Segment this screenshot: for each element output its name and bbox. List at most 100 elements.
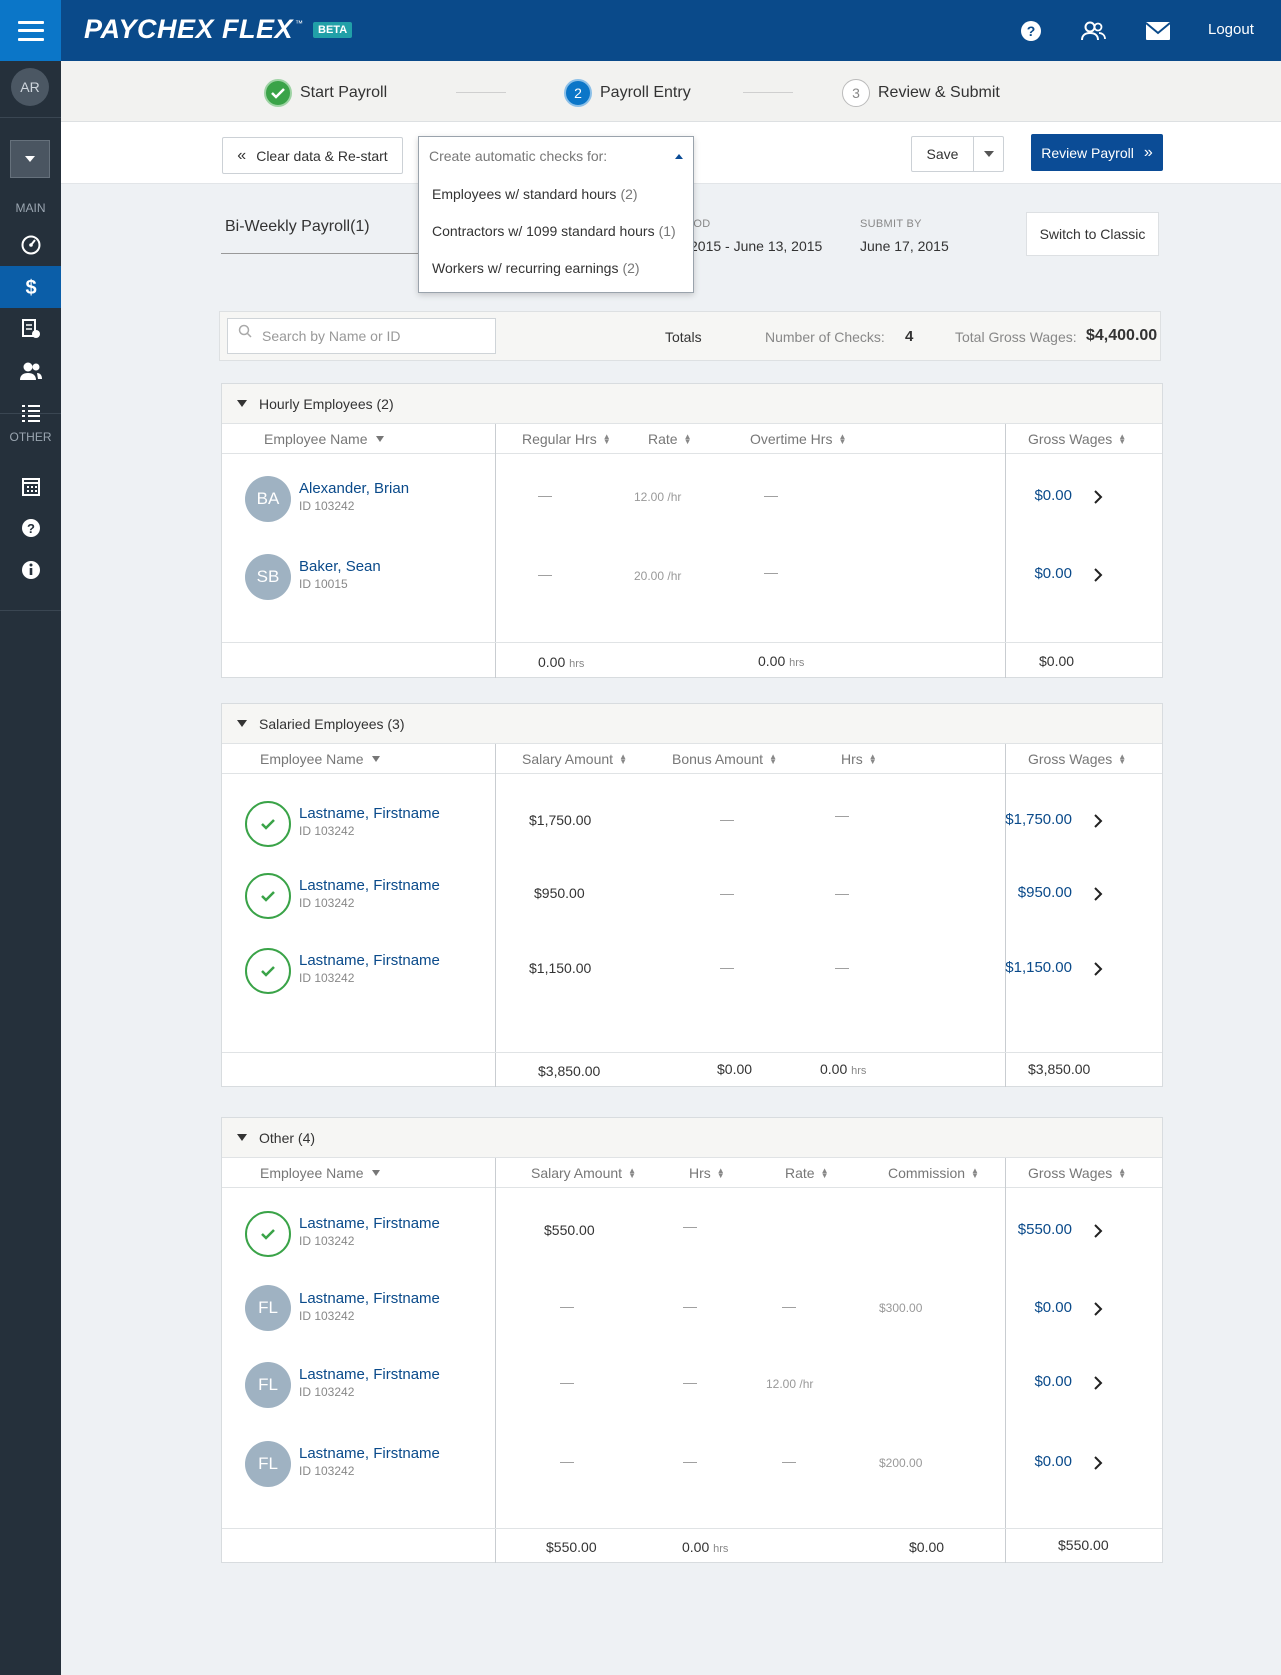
search-input[interactable] bbox=[227, 318, 496, 354]
employee-name[interactable]: Lastname, Firstname bbox=[299, 1290, 440, 1307]
table-row[interactable]: FL Lastname, Firstname ID 103242 — — — $… bbox=[222, 1268, 1162, 1342]
salary-amount[interactable]: $950.00 bbox=[534, 885, 585, 901]
chevron-right-icon[interactable] bbox=[1091, 814, 1105, 828]
col-regular-hrs[interactable]: Regular Hrs ▲ ▼ bbox=[522, 431, 611, 447]
dropdown-option[interactable]: Workers w/ recurring earnings (2) bbox=[419, 249, 693, 286]
bonus-amount[interactable]: — bbox=[720, 811, 734, 827]
people-icon[interactable] bbox=[1078, 16, 1108, 46]
hrs[interactable]: — bbox=[683, 1374, 697, 1390]
col-hrs[interactable]: Hrs ▲ ▼ bbox=[689, 1165, 725, 1181]
chevron-right-icon[interactable] bbox=[1091, 1456, 1105, 1470]
employee-name[interactable]: Lastname, Firstname bbox=[299, 952, 440, 969]
salary-amount[interactable]: — bbox=[560, 1453, 574, 1469]
chevron-right-icon[interactable] bbox=[1091, 887, 1105, 901]
step-review-submit[interactable]: 3 Review & Submit bbox=[842, 79, 1000, 107]
dropdown-option[interactable]: Employees w/ standard hours (2) bbox=[419, 175, 693, 212]
col-salary-amount[interactable]: Salary Amount ▲ ▼ bbox=[522, 751, 627, 767]
salary-amount[interactable]: $550.00 bbox=[544, 1222, 595, 1238]
gross-wages[interactable]: $0.00 bbox=[1034, 1453, 1072, 1470]
chevron-right-icon[interactable] bbox=[1091, 568, 1105, 582]
col-salary-amount[interactable]: Salary Amount ▲ ▼ bbox=[531, 1165, 636, 1181]
dropdown-option[interactable]: Contractors w/ 1099 standard hours (1) bbox=[419, 212, 693, 249]
salary-amount[interactable]: — bbox=[560, 1298, 574, 1314]
gross-wages[interactable]: $1,750.00 bbox=[1005, 811, 1072, 828]
gross-wages[interactable]: $0.00 bbox=[1034, 487, 1072, 504]
chevron-right-icon[interactable] bbox=[1091, 962, 1105, 976]
bonus-amount[interactable]: — bbox=[720, 885, 734, 901]
hrs[interactable]: — bbox=[683, 1298, 697, 1314]
sidebar-item-help[interactable]: ? bbox=[0, 507, 61, 549]
mail-icon[interactable] bbox=[1143, 16, 1173, 46]
table-row[interactable]: FL Lastname, Firstname ID 103242 — — 12.… bbox=[222, 1342, 1162, 1422]
switch-to-classic-button[interactable]: Switch to Classic bbox=[1026, 212, 1159, 256]
clear-restart-button[interactable]: « Clear data & Re-start bbox=[222, 137, 403, 174]
automatic-checks-dropdown[interactable]: Create automatic checks for: Employees w… bbox=[418, 136, 694, 293]
sidebar-item-dashboard[interactable] bbox=[0, 224, 61, 266]
save-options-button[interactable] bbox=[973, 136, 1004, 172]
salary-amount[interactable]: $1,750.00 bbox=[529, 812, 591, 828]
col-employee-name[interactable]: Employee Name bbox=[264, 431, 384, 447]
employee-name[interactable]: Lastname, Firstname bbox=[299, 1215, 440, 1232]
table-row[interactable]: Lastname, Firstname ID 103242 $1,150.00 … bbox=[222, 928, 1162, 1008]
sidebar-item-info[interactable] bbox=[0, 549, 61, 591]
salaried-employees-header[interactable]: Salaried Employees (3) bbox=[222, 704, 1162, 744]
employee-name[interactable]: Lastname, Firstname bbox=[299, 805, 440, 822]
table-row[interactable]: Lastname, Firstname ID 103242 $1,750.00 … bbox=[222, 774, 1162, 854]
col-rate[interactable]: Rate ▲ ▼ bbox=[648, 431, 692, 447]
save-button[interactable]: Save bbox=[911, 136, 974, 172]
gross-wages[interactable]: $950.00 bbox=[1018, 884, 1072, 901]
hrs[interactable]: — bbox=[683, 1218, 697, 1234]
commission[interactable]: $300.00 bbox=[879, 1301, 922, 1315]
step-start-payroll[interactable]: Start Payroll bbox=[264, 79, 387, 107]
table-row[interactable]: BA Alexander, Brian ID 103242 — 12.00 /h… bbox=[222, 454, 1162, 534]
col-hrs[interactable]: Hrs ▲ ▼ bbox=[841, 751, 877, 767]
regular-hrs[interactable]: — bbox=[538, 566, 552, 582]
sidebar-item-reports[interactable] bbox=[0, 308, 61, 350]
commission[interactable]: $200.00 bbox=[879, 1456, 922, 1470]
overtime-hrs[interactable]: — bbox=[764, 487, 778, 503]
col-gross-wages[interactable]: Gross Wages ▲ ▼ bbox=[1028, 1165, 1126, 1181]
employee-name[interactable]: Lastname, Firstname bbox=[299, 1445, 440, 1462]
col-overtime-hrs[interactable]: Overtime Hrs ▲ ▼ bbox=[750, 431, 846, 447]
table-row[interactable]: Lastname, Firstname ID 103242 $550.00 — … bbox=[222, 1188, 1162, 1268]
sidebar-dropdown-button[interactable] bbox=[10, 140, 50, 178]
bonus-amount[interactable]: — bbox=[720, 959, 734, 975]
employee-name[interactable]: Alexander, Brian bbox=[299, 480, 409, 497]
logout-link[interactable]: Logout bbox=[1208, 21, 1254, 38]
overtime-hrs[interactable]: — bbox=[764, 564, 778, 580]
table-row[interactable]: FL Lastname, Firstname ID 103242 — — — $… bbox=[222, 1422, 1162, 1502]
automatic-checks-select[interactable]: Create automatic checks for: bbox=[419, 137, 693, 175]
employee-name[interactable]: Baker, Sean bbox=[299, 558, 381, 575]
table-row[interactable]: Lastname, Firstname ID 103242 $950.00 — … bbox=[222, 854, 1162, 928]
hourly-employees-header[interactable]: Hourly Employees (2) bbox=[222, 384, 1162, 424]
regular-hrs[interactable]: — bbox=[538, 487, 552, 503]
col-gross-wages[interactable]: Gross Wages ▲ ▼ bbox=[1028, 431, 1126, 447]
chevron-right-icon[interactable] bbox=[1091, 490, 1105, 504]
chevron-right-icon[interactable] bbox=[1091, 1376, 1105, 1390]
help-icon[interactable]: ? bbox=[1016, 16, 1046, 46]
col-employee-name[interactable]: Employee Name bbox=[260, 751, 380, 767]
gross-wages[interactable]: $1,150.00 bbox=[1005, 959, 1072, 976]
hrs[interactable]: — bbox=[835, 885, 849, 901]
chevron-right-icon[interactable] bbox=[1091, 1302, 1105, 1316]
menu-button[interactable] bbox=[0, 0, 61, 61]
hrs[interactable]: — bbox=[683, 1453, 697, 1469]
sidebar-item-employees[interactable] bbox=[0, 350, 61, 392]
col-rate[interactable]: Rate ▲ ▼ bbox=[785, 1165, 829, 1181]
employee-name[interactable]: Lastname, Firstname bbox=[299, 1366, 440, 1383]
gross-wages[interactable]: $0.00 bbox=[1034, 1299, 1072, 1316]
table-row[interactable]: SB Baker, Sean ID 10015 — 20.00 /hr — $0… bbox=[222, 534, 1162, 614]
salary-amount[interactable]: — bbox=[560, 1374, 574, 1390]
col-employee-name[interactable]: Employee Name bbox=[260, 1165, 380, 1181]
col-bonus-amount[interactable]: Bonus Amount ▲ ▼ bbox=[672, 751, 777, 767]
col-gross-wages[interactable]: Gross Wages ▲ ▼ bbox=[1028, 751, 1126, 767]
sidebar-item-payroll[interactable]: $ bbox=[0, 266, 61, 308]
gross-wages[interactable]: $0.00 bbox=[1034, 1373, 1072, 1390]
user-avatar[interactable]: AR bbox=[11, 68, 49, 106]
chevron-right-icon[interactable] bbox=[1091, 1224, 1105, 1238]
gross-wages[interactable]: $0.00 bbox=[1034, 565, 1072, 582]
hrs[interactable]: — bbox=[835, 807, 849, 823]
other-header[interactable]: Other (4) bbox=[222, 1118, 1162, 1158]
sidebar-item-calendar[interactable] bbox=[0, 466, 61, 508]
hrs[interactable]: — bbox=[835, 959, 849, 975]
